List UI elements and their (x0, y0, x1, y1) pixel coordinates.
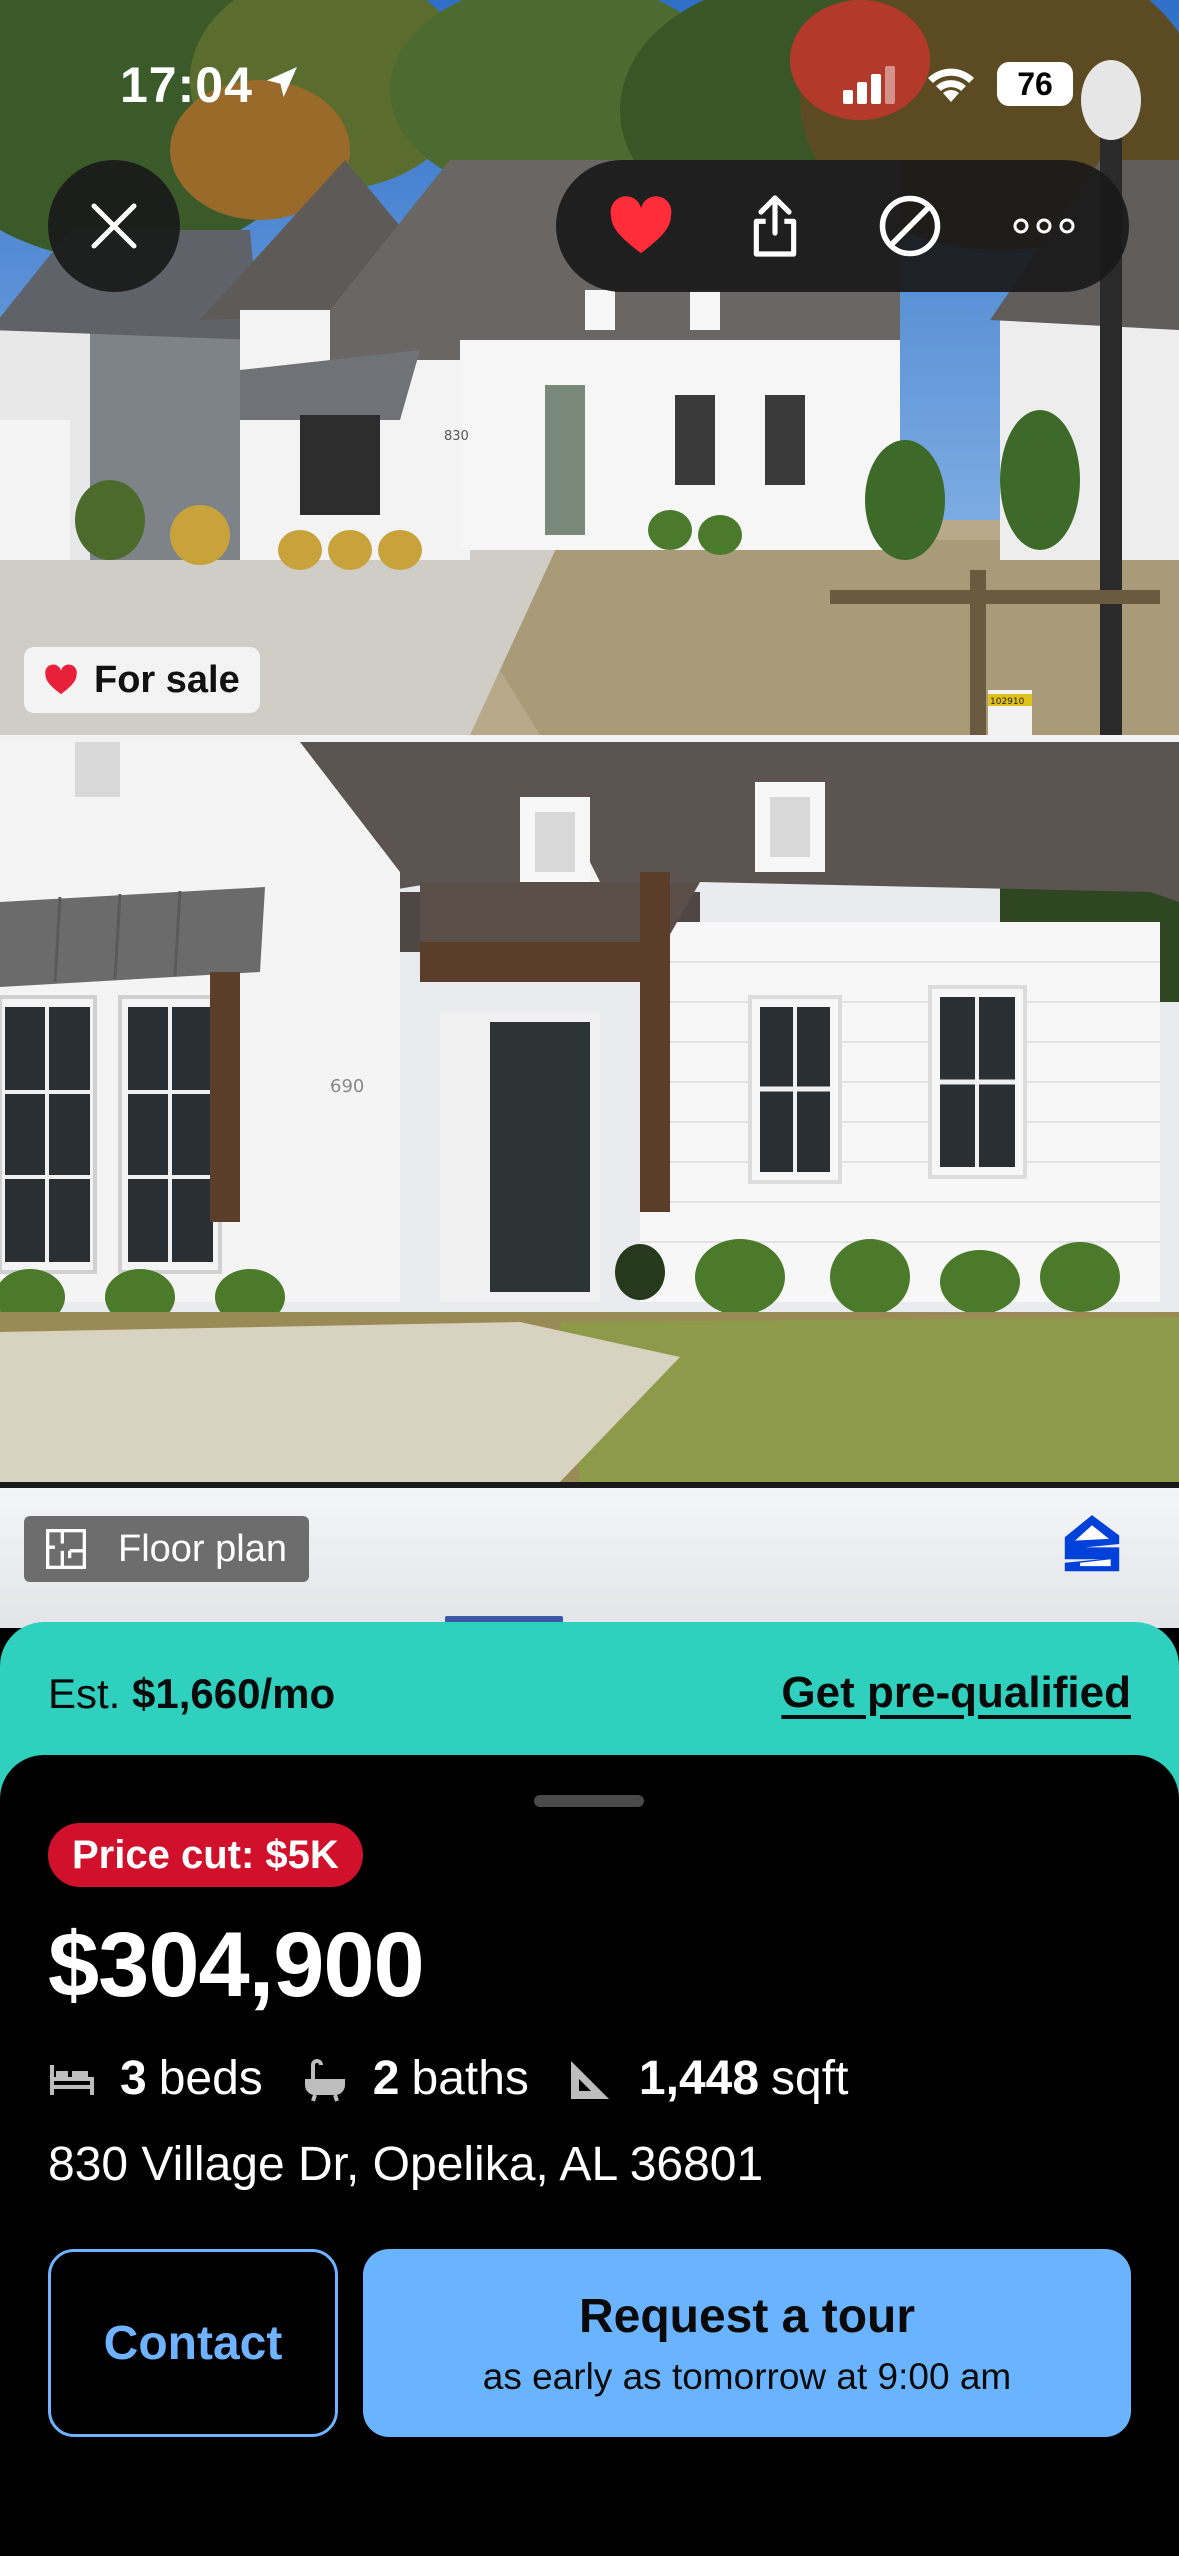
cellular-signal-icon (843, 66, 895, 104)
house-number-1: 830 (444, 429, 469, 444)
photo-divider (0, 735, 1179, 742)
estimate-prefix: Est. (48, 1670, 121, 1717)
request-tour-button[interactable]: Request a tour as early as tomorrow at 9… (363, 2249, 1131, 2437)
close-icon (91, 203, 137, 249)
hide-listing-button[interactable] (860, 176, 960, 276)
listing-actions-bar (556, 160, 1129, 292)
listing-screen: 830 102910 690 17:04 76 For sale Floor p… (0, 0, 1179, 2556)
floor-plan-icon (46, 1529, 86, 1569)
baths-count: 2 (372, 2052, 400, 2105)
location-arrow-icon (267, 67, 297, 97)
sqft-count: 1,448 (638, 2052, 760, 2105)
hide-icon (879, 195, 940, 257)
zillow-logo (1064, 1515, 1120, 1572)
share-icon (754, 195, 797, 257)
status-time: 17:04 (120, 57, 253, 113)
listing-address: 830 Village Dr, Opelika, AL 36801 (48, 2138, 764, 2191)
sign-tag: 102910 (990, 697, 1025, 707)
floor-plan-button[interactable]: Floor plan (24, 1516, 309, 1582)
more-icon (1013, 218, 1075, 234)
listing-price: $304,900 (48, 1914, 425, 2016)
share-button[interactable] (725, 176, 825, 276)
sheet-grabber[interactable] (534, 1795, 644, 1807)
battery-indicator: 76 (997, 62, 1073, 106)
contact-button[interactable]: Contact (48, 2249, 338, 2437)
price-cut-badge: Price cut: $5K (48, 1823, 363, 1887)
sqft-fact: 1,448 sqft (567, 2051, 849, 2106)
for-sale-badge: For sale (24, 647, 260, 713)
listing-photo-2[interactable]: 690 (0, 742, 1179, 1482)
bed-icon (50, 2064, 94, 2095)
estimate-amount: $1,660/mo (132, 1670, 336, 1717)
house-photo-closeup: 690 (0, 742, 1179, 1482)
heart-icon (610, 196, 672, 254)
sqft-unit: sqft (771, 2052, 849, 2105)
baths-unit: baths (411, 2052, 529, 2105)
bath-icon (304, 2058, 345, 2102)
close-button[interactable] (48, 160, 180, 292)
request-tour-title: Request a tour (578, 2289, 916, 2343)
status-heart-icon (45, 664, 77, 695)
save-favorite-button[interactable] (591, 176, 691, 276)
beds-count: 3 (120, 2052, 147, 2105)
home-facts: 3 beds 2 baths 1,448 sqft (48, 2051, 886, 2106)
beds-unit: beds (158, 2052, 263, 2105)
wifi-icon (928, 68, 974, 102)
beds-fact: 3 beds (48, 2051, 263, 2106)
status-bar: 17:04 76 (0, 0, 1179, 150)
request-tour-subtitle: as early as tomorrow at 9:00 am (482, 2355, 1012, 2397)
get-prequalified-link[interactable]: Get pre-qualified (781, 1668, 1131, 1718)
estimated-payment: Est. $1,660/mo (48, 1670, 335, 1718)
more-options-button[interactable] (994, 176, 1094, 276)
sqft-icon (570, 2060, 609, 2099)
for-sale-label: For sale (94, 658, 240, 701)
floor-plan-bar: Floor plan (0, 1488, 1179, 1628)
listing-details-sheet: Price cut: $5K $304,900 3 beds 2 baths 1… (0, 1755, 1179, 2556)
house-number-2: 690 (330, 1076, 364, 1097)
baths-fact: 2 baths (301, 2051, 529, 2106)
floor-plan-label: Floor plan (118, 1527, 287, 1570)
